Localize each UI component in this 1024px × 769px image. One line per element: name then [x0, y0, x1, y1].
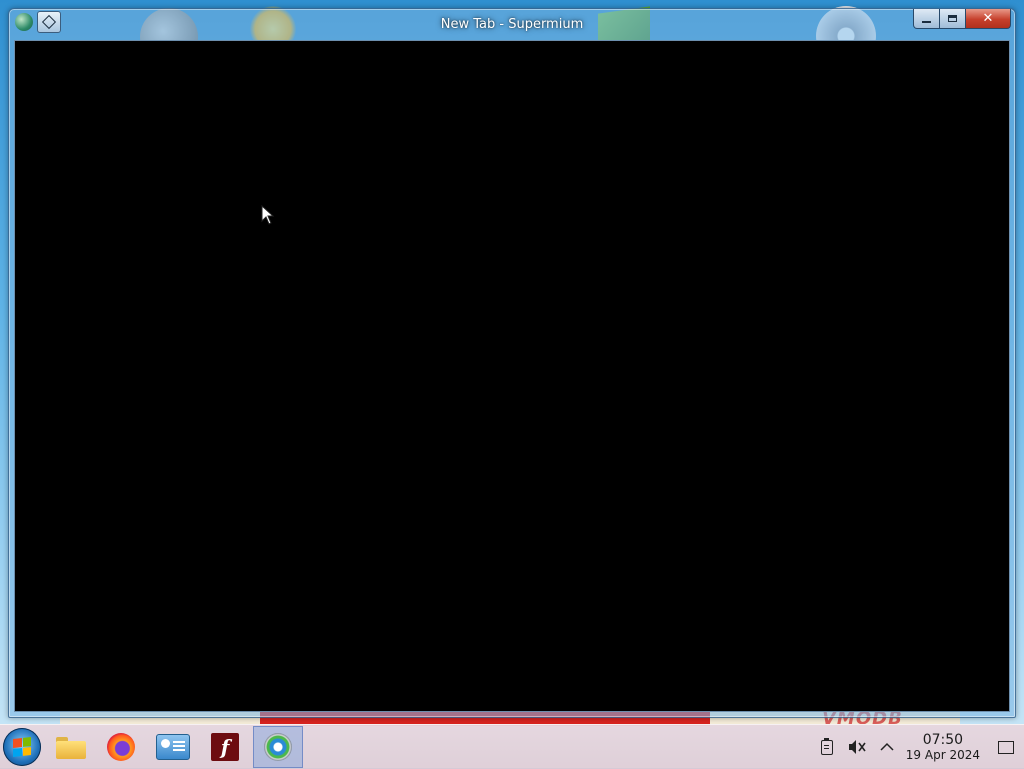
taskbar-item-adobe-flash[interactable]: f	[202, 726, 248, 768]
contacts-icon	[156, 734, 190, 760]
maximize-button[interactable]	[940, 9, 966, 29]
taskbar-item-contacts[interactable]	[150, 726, 196, 768]
close-icon: ✕	[982, 11, 994, 26]
taskbar-item-firefox[interactable]	[98, 726, 144, 768]
system-tray: 07:50 19 Apr 2024	[812, 725, 1024, 769]
firefox-icon	[107, 733, 135, 761]
browser-content-area[interactable]	[14, 40, 1010, 712]
tray-overflow[interactable]	[876, 736, 898, 758]
tray-clipboard[interactable]	[816, 736, 838, 758]
start-button[interactable]	[3, 728, 41, 766]
clipboard-icon	[820, 737, 833, 755]
windows-logo-icon	[13, 737, 31, 757]
maximize-icon	[948, 15, 957, 22]
taskbar: f 07:50 19 Apr 2024	[0, 724, 1024, 769]
flash-icon: f	[211, 733, 239, 761]
folder-icon	[56, 735, 86, 759]
volume-muted-icon	[848, 740, 866, 754]
clock[interactable]: 07:50 19 Apr 2024	[906, 732, 980, 762]
supermium-icon	[264, 733, 292, 761]
close-button[interactable]: ✕	[966, 9, 1011, 29]
minimize-icon	[922, 20, 931, 23]
browser-window: New Tab - Supermium ✕	[8, 8, 1016, 718]
window-title: New Tab - Supermium	[440, 17, 584, 32]
minimize-button[interactable]	[913, 9, 940, 29]
window-controls: ✕	[913, 9, 1011, 29]
clock-date: 19 Apr 2024	[905, 748, 980, 762]
taskbar-item-file-explorer[interactable]	[48, 726, 94, 768]
chevron-up-icon	[880, 742, 894, 751]
tray-volume[interactable]	[846, 736, 868, 758]
notification-icon[interactable]	[998, 740, 1014, 754]
taskbar-item-supermium[interactable]	[253, 726, 303, 768]
mouse-cursor-icon	[261, 205, 275, 225]
clock-time: 07:50	[922, 732, 964, 748]
title-bar[interactable]: New Tab - Supermium ✕	[9, 9, 1015, 39]
